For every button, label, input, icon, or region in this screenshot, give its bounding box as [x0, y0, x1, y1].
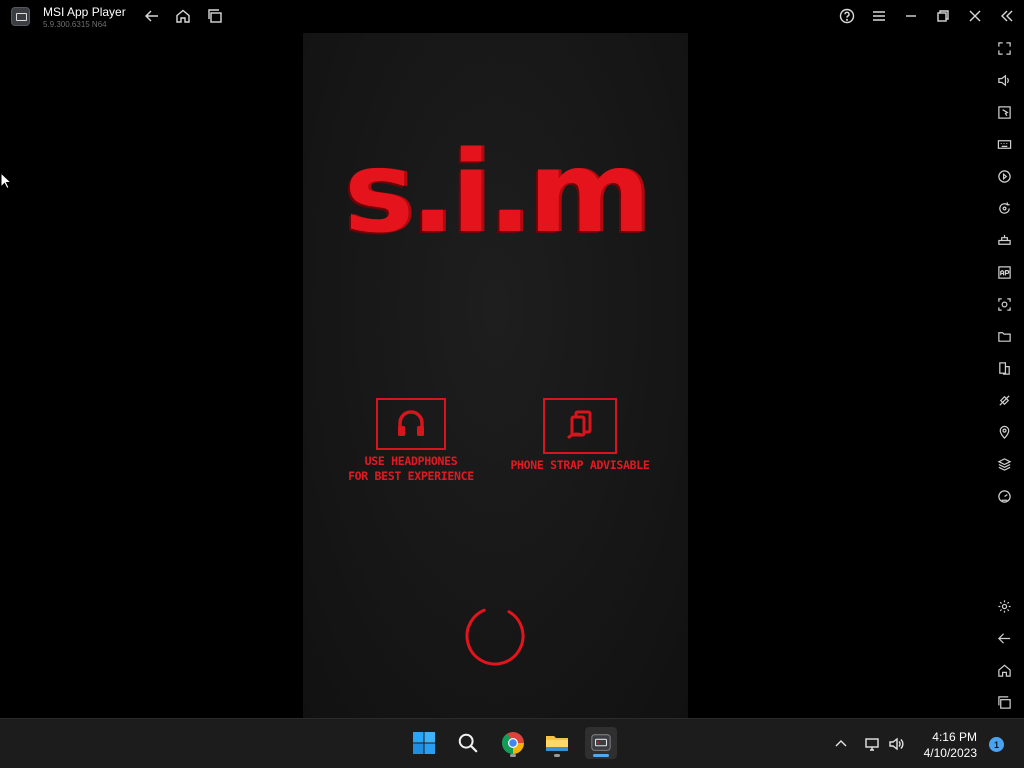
keyboard-icon[interactable]	[994, 134, 1014, 154]
android-home-icon[interactable]	[994, 660, 1014, 680]
taskbar: 4:16 PM 4/10/2023 1	[0, 718, 1024, 768]
layers-icon[interactable]	[994, 454, 1014, 474]
windows-start-icon[interactable]	[408, 727, 440, 759]
app-logo-icon	[11, 7, 30, 26]
tip-headphones-line2: FOR BEST EXPERIENCE	[348, 469, 474, 483]
macro-icon[interactable]	[994, 166, 1014, 186]
minimize-icon[interactable]	[902, 7, 920, 25]
chrome-running-indicator	[510, 754, 516, 757]
android-recents-icon[interactable]	[994, 692, 1014, 712]
android-back-icon[interactable]	[994, 628, 1014, 648]
tip-phone-strap-line1: PHONE STRAP ADVISABLE	[510, 458, 650, 472]
msi-active-indicator	[593, 754, 609, 757]
location-icon[interactable]	[994, 422, 1014, 442]
emulator-screen[interactable]: s.i.m USE HEADPHONES FOR BEST EXPERIENCE…	[303, 33, 688, 718]
eco-mode-icon[interactable]	[994, 390, 1014, 410]
mouse-cursor-icon	[0, 171, 13, 190]
apk-icon[interactable]	[994, 262, 1014, 282]
system-clock[interactable]: 4:16 PM 4/10/2023	[924, 729, 977, 761]
settings-icon[interactable]	[994, 596, 1014, 616]
home-icon[interactable]	[174, 7, 192, 25]
explorer-running-indicator	[554, 754, 560, 757]
gamepad-icon[interactable]	[994, 230, 1014, 250]
chevron-up-icon[interactable]	[832, 735, 850, 753]
performance-icon[interactable]	[994, 486, 1014, 506]
app-version: 5.9.300.6315 N64	[43, 20, 107, 29]
file-explorer-icon[interactable]	[541, 727, 573, 759]
game-logo-text: s.i.m	[343, 126, 651, 258]
headphones-icon	[376, 398, 446, 450]
app-title: MSI App Player	[43, 5, 126, 19]
tip-headphones: USE HEADPHONES FOR BEST EXPERIENCE	[341, 398, 481, 484]
pointer-icon[interactable]	[994, 102, 1014, 122]
menu-icon[interactable]	[870, 7, 888, 25]
volume-icon[interactable]	[994, 70, 1014, 90]
spinner-icon	[465, 606, 525, 666]
fullscreen-icon[interactable]	[994, 38, 1014, 58]
recent-apps-icon[interactable]	[206, 7, 224, 25]
screenshot-icon[interactable]	[994, 294, 1014, 314]
close-icon[interactable]	[966, 7, 984, 25]
msi-app-player-icon[interactable]	[585, 727, 617, 759]
game-logo: s.i.m	[303, 133, 688, 251]
tip-headphones-line1: USE HEADPHONES	[364, 454, 458, 468]
title-bar: MSI App Player 5.9.300.6315 N64	[0, 0, 1024, 33]
clock-time: 4:16 PM	[932, 730, 977, 744]
back-icon[interactable]	[143, 7, 161, 25]
notification-badge[interactable]: 1	[989, 737, 1004, 752]
clock-date: 4/10/2023	[923, 746, 977, 760]
network-icon[interactable]	[863, 735, 881, 753]
multi-instance-icon[interactable]	[994, 358, 1014, 378]
sidebar	[984, 33, 1024, 718]
chrome-icon[interactable]	[497, 727, 529, 759]
tip-phone-strap: PHONE STRAP ADVISABLE	[503, 398, 657, 473]
collapse-sidebar-icon[interactable]	[998, 7, 1016, 25]
volume-tray-icon[interactable]	[887, 735, 905, 753]
phone-strap-icon	[543, 398, 617, 454]
folder-icon[interactable]	[994, 326, 1014, 346]
help-icon[interactable]	[838, 7, 856, 25]
restore-icon[interactable]	[934, 7, 952, 25]
rotate-sync-icon[interactable]	[994, 198, 1014, 218]
search-icon[interactable]	[452, 727, 484, 759]
